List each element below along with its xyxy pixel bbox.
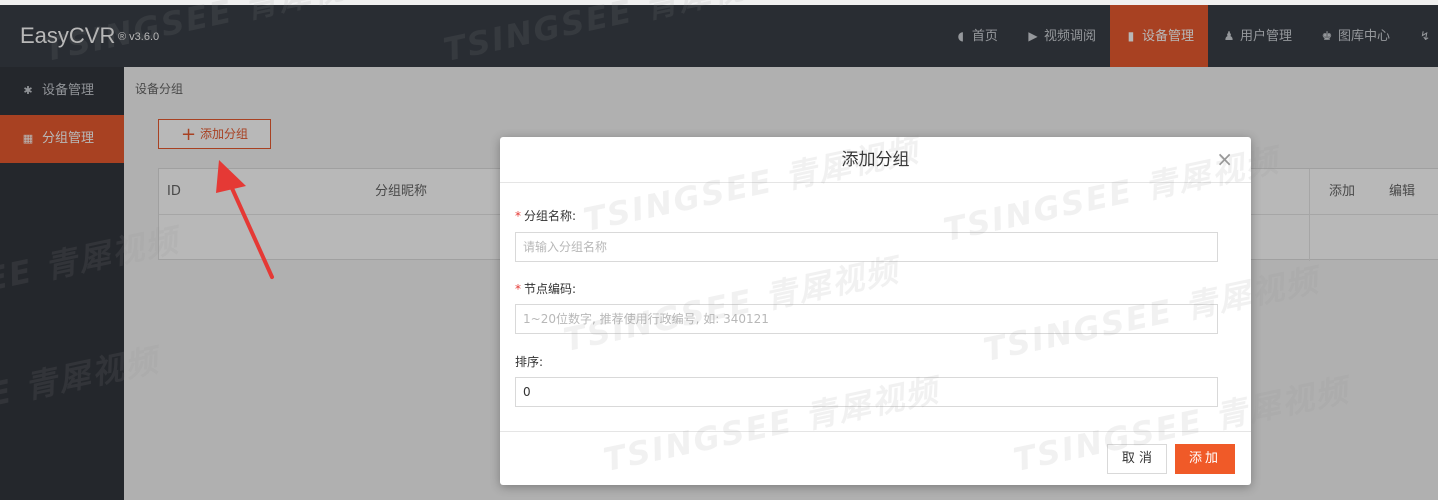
dialog-footer: 取 消 添加 [500,431,1251,485]
close-icon[interactable]: × [1216,149,1233,169]
add-button[interactable]: 添加 [1175,444,1235,474]
group-name-label: * 分组名称: [515,207,576,224]
group-name-input[interactable] [515,232,1218,262]
node-code-label-text: 节点编码: [524,282,577,296]
sort-order-input[interactable] [515,377,1218,407]
required-mark: * [515,282,521,296]
sort-order-label: 排序: [515,353,543,370]
add-group-dialog: 添加分组 × *分组名称: *节点编码: 排序: 取 消 添加 [500,137,1251,485]
group-name-label-text: 分组名称: [524,209,577,223]
dialog-title: 添加分组 [500,137,1251,183]
node-code-input[interactable] [515,304,1218,334]
node-code-label: * 节点编码: [515,280,576,297]
sort-order-label-text: 排序: [515,355,544,369]
cancel-button[interactable]: 取 消 [1107,444,1167,474]
required-mark: * [515,209,521,223]
